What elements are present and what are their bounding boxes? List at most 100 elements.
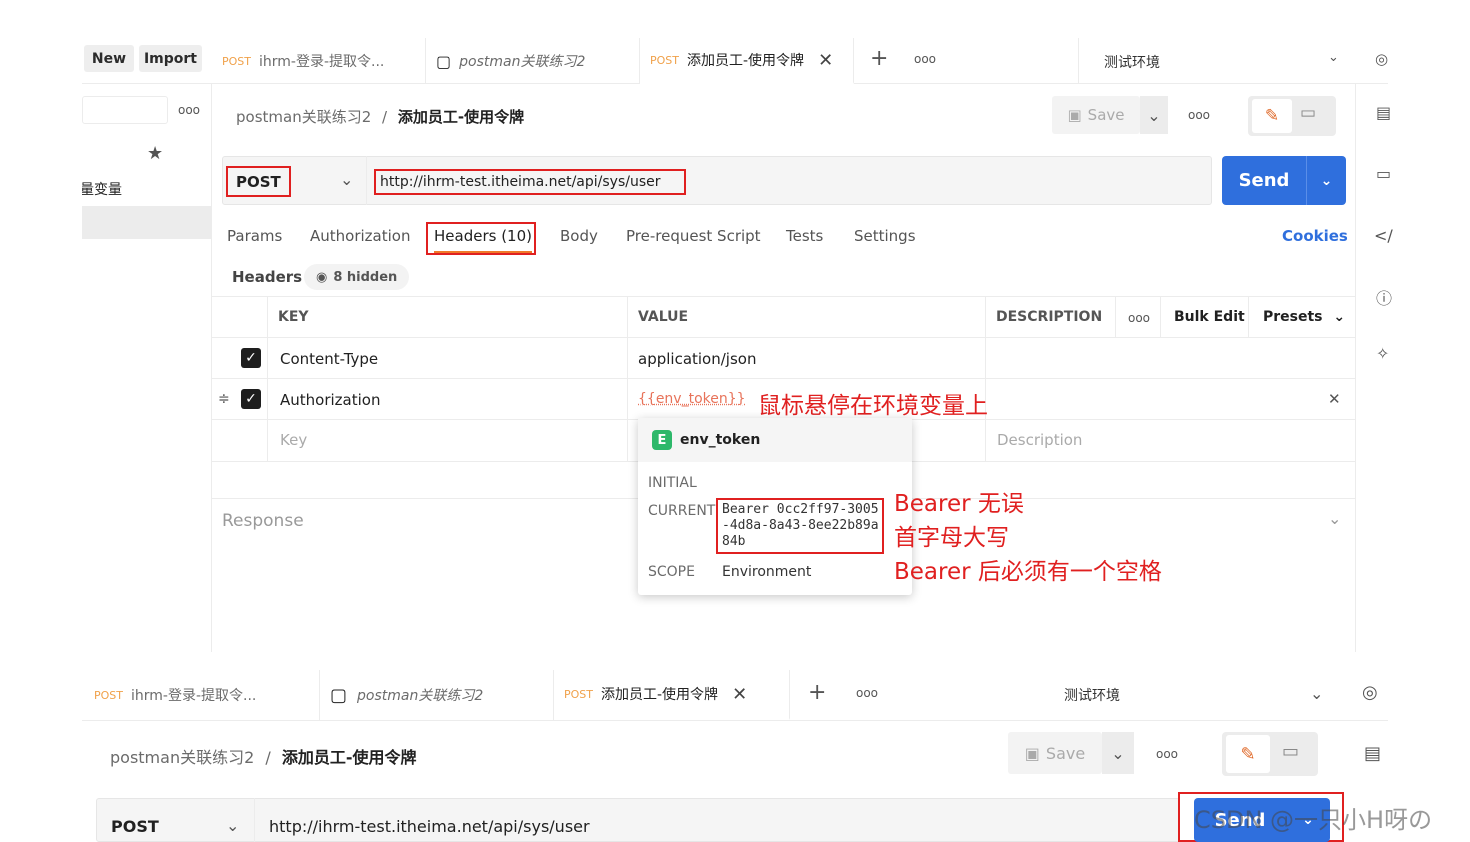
method-label: POST: [222, 54, 251, 68]
table-more-icon[interactable]: ooo: [1128, 311, 1150, 325]
save-button[interactable]: ▣ Save: [1052, 96, 1140, 134]
collection-icon: ▢: [436, 51, 452, 71]
tab-add-employee[interactable]: POST 添加员工-使用令牌 ✕: [640, 38, 854, 84]
request-bar: [222, 156, 1212, 205]
tab-label: ihrm-登录-提取令...: [259, 54, 385, 70]
tab-tests[interactable]: Tests: [786, 227, 823, 245]
tab-collection[interactable]: ▢ postman关联练习2: [426, 38, 640, 84]
more-tabs-icon[interactable]: ooo: [856, 686, 878, 700]
presets-button[interactable]: Presets ⌄: [1263, 309, 1345, 325]
save-icon: ▣: [1067, 106, 1082, 124]
tab-params[interactable]: Params: [227, 227, 282, 245]
description-input[interactable]: Description: [997, 431, 1082, 449]
star-icon[interactable]: ★: [147, 143, 163, 164]
sidebar-item-label[interactable]: 量变量: [82, 179, 122, 199]
bulk-edit-button[interactable]: Bulk Edit: [1174, 309, 1245, 325]
cookies-link[interactable]: Cookies: [1282, 227, 1348, 245]
breadcrumb-parent[interactable]: postman关联练习2: [110, 748, 254, 767]
breadcrumb-parent[interactable]: postman关联练习2: [236, 108, 371, 126]
tab-label: ihrm-登录-提取令...: [131, 688, 257, 704]
tab-login[interactable]: POST ihrm-登录-提取令...: [212, 38, 426, 84]
comments-icon[interactable]: ▭: [1376, 164, 1391, 183]
close-icon[interactable]: ✕: [818, 50, 833, 71]
tab-collection[interactable]: ▢ postman关联练习2: [320, 670, 554, 720]
more-options-icon[interactable]: ooo: [1188, 108, 1210, 122]
environment-select[interactable]: 测试环境: [1104, 52, 1160, 72]
info-icon[interactable]: ⓘ: [1376, 285, 1392, 309]
tab-label: postman关联练习2: [357, 688, 484, 704]
save-button[interactable]: ▣ Save: [1008, 732, 1102, 774]
add-tab-button[interactable]: +: [870, 46, 888, 71]
url-input[interactable]: http://ihrm-test.itheima.net/api/sys/use…: [374, 169, 686, 195]
header-value[interactable]: application/json: [638, 350, 756, 368]
hidden-headers-toggle[interactable]: ◉ 8 hidden: [304, 264, 410, 290]
more-options-icon[interactable]: ooo: [1156, 747, 1178, 761]
divider: [1078, 38, 1079, 84]
sidebar: [82, 84, 212, 652]
delete-row-icon[interactable]: ✕: [1328, 390, 1341, 408]
edit-icon[interactable]: ✎: [1226, 735, 1270, 773]
chevron-down-icon[interactable]: ⌄: [1328, 509, 1341, 528]
eye-icon[interactable]: ◎: [1362, 682, 1378, 703]
key-input[interactable]: Key: [280, 431, 307, 449]
edit-icon[interactable]: ✎: [1252, 99, 1292, 133]
code-icon[interactable]: </: [1374, 226, 1393, 245]
hidden-count: 8 hidden: [333, 269, 398, 285]
column-header-description: DESCRIPTION: [996, 309, 1103, 325]
url-input[interactable]: http://ihrm-test.itheima.net/api/sys/use…: [269, 817, 590, 836]
tab-body[interactable]: Body: [560, 227, 598, 245]
divider: [1248, 296, 1249, 337]
tab-pre-request-script[interactable]: Pre-request Script: [626, 227, 761, 245]
divider: [212, 378, 1355, 379]
current-label: CURRENT: [648, 503, 716, 519]
comment-icon[interactable]: ▭: [1282, 741, 1299, 762]
import-button[interactable]: Import: [139, 45, 202, 72]
chevron-down-icon[interactable]: ⌄: [226, 816, 239, 835]
column-header-key: KEY: [278, 309, 309, 325]
chevron-down-icon[interactable]: ⌄: [1307, 173, 1346, 189]
annotation-hover: 鼠标悬停在环境变量上: [758, 393, 988, 419]
variable-name: env_token: [680, 432, 761, 448]
tab-login[interactable]: POST ihrm-登录-提取令...: [84, 670, 320, 720]
sidebar-item-selected[interactable]: [82, 206, 212, 239]
tab-label: 添加员工-使用令牌: [601, 687, 719, 703]
new-button[interactable]: New: [84, 45, 134, 72]
chevron-down-icon[interactable]: ⌄: [340, 170, 353, 189]
checkbox[interactable]: ✓: [241, 348, 261, 368]
tab-settings[interactable]: Settings: [854, 227, 916, 245]
chevron-down-icon[interactable]: ⌄: [1328, 50, 1339, 65]
eye-icon[interactable]: ◎: [1375, 50, 1388, 68]
chevron-down-icon[interactable]: ⌄: [1310, 684, 1323, 703]
document-icon[interactable]: ▤: [1364, 743, 1381, 764]
save-dropdown-button[interactable]: ⌄: [1102, 732, 1134, 774]
divider: [1115, 296, 1116, 337]
page-title: 添加员工-使用令牌: [281, 748, 417, 767]
save-icon: ▣: [1024, 743, 1040, 763]
divider: [366, 156, 367, 205]
divider: [627, 296, 628, 461]
collection-icon: ▢: [330, 684, 348, 706]
checkbox[interactable]: ✓: [241, 389, 261, 409]
drag-handle-icon[interactable]: ≑: [218, 391, 230, 407]
add-tab-button[interactable]: +: [808, 680, 826, 705]
sidebar-more-icon[interactable]: ooo: [178, 103, 200, 117]
document-icon[interactable]: ▤: [1376, 103, 1391, 122]
sidebar-search-input[interactable]: [82, 96, 168, 124]
tab-authorization[interactable]: Authorization: [310, 227, 410, 245]
environment-select[interactable]: 测试环境: [1064, 685, 1120, 705]
header-key[interactable]: Content-Type: [280, 350, 378, 368]
method-select[interactable]: POST: [226, 166, 291, 197]
tab-label: postman关联练习2: [459, 54, 586, 70]
comment-icon[interactable]: ▭: [1300, 103, 1316, 123]
method-select[interactable]: POST: [111, 817, 159, 836]
tab-add-employee[interactable]: POST 添加员工-使用令牌 ✕: [554, 670, 790, 720]
send-button[interactable]: Send ⌄: [1222, 156, 1346, 205]
more-tabs-icon[interactable]: ooo: [914, 52, 936, 66]
lightbulb-icon[interactable]: ✧: [1376, 344, 1389, 363]
tab-headers[interactable]: Headers (10): [434, 227, 532, 253]
save-dropdown-button[interactable]: ⌄: [1140, 96, 1168, 134]
header-key[interactable]: Authorization: [280, 391, 380, 409]
annotation-line1: Bearer 无误: [894, 491, 1024, 517]
close-icon[interactable]: ✕: [732, 684, 747, 705]
header-value-variable[interactable]: {{env_token}}: [638, 391, 746, 407]
